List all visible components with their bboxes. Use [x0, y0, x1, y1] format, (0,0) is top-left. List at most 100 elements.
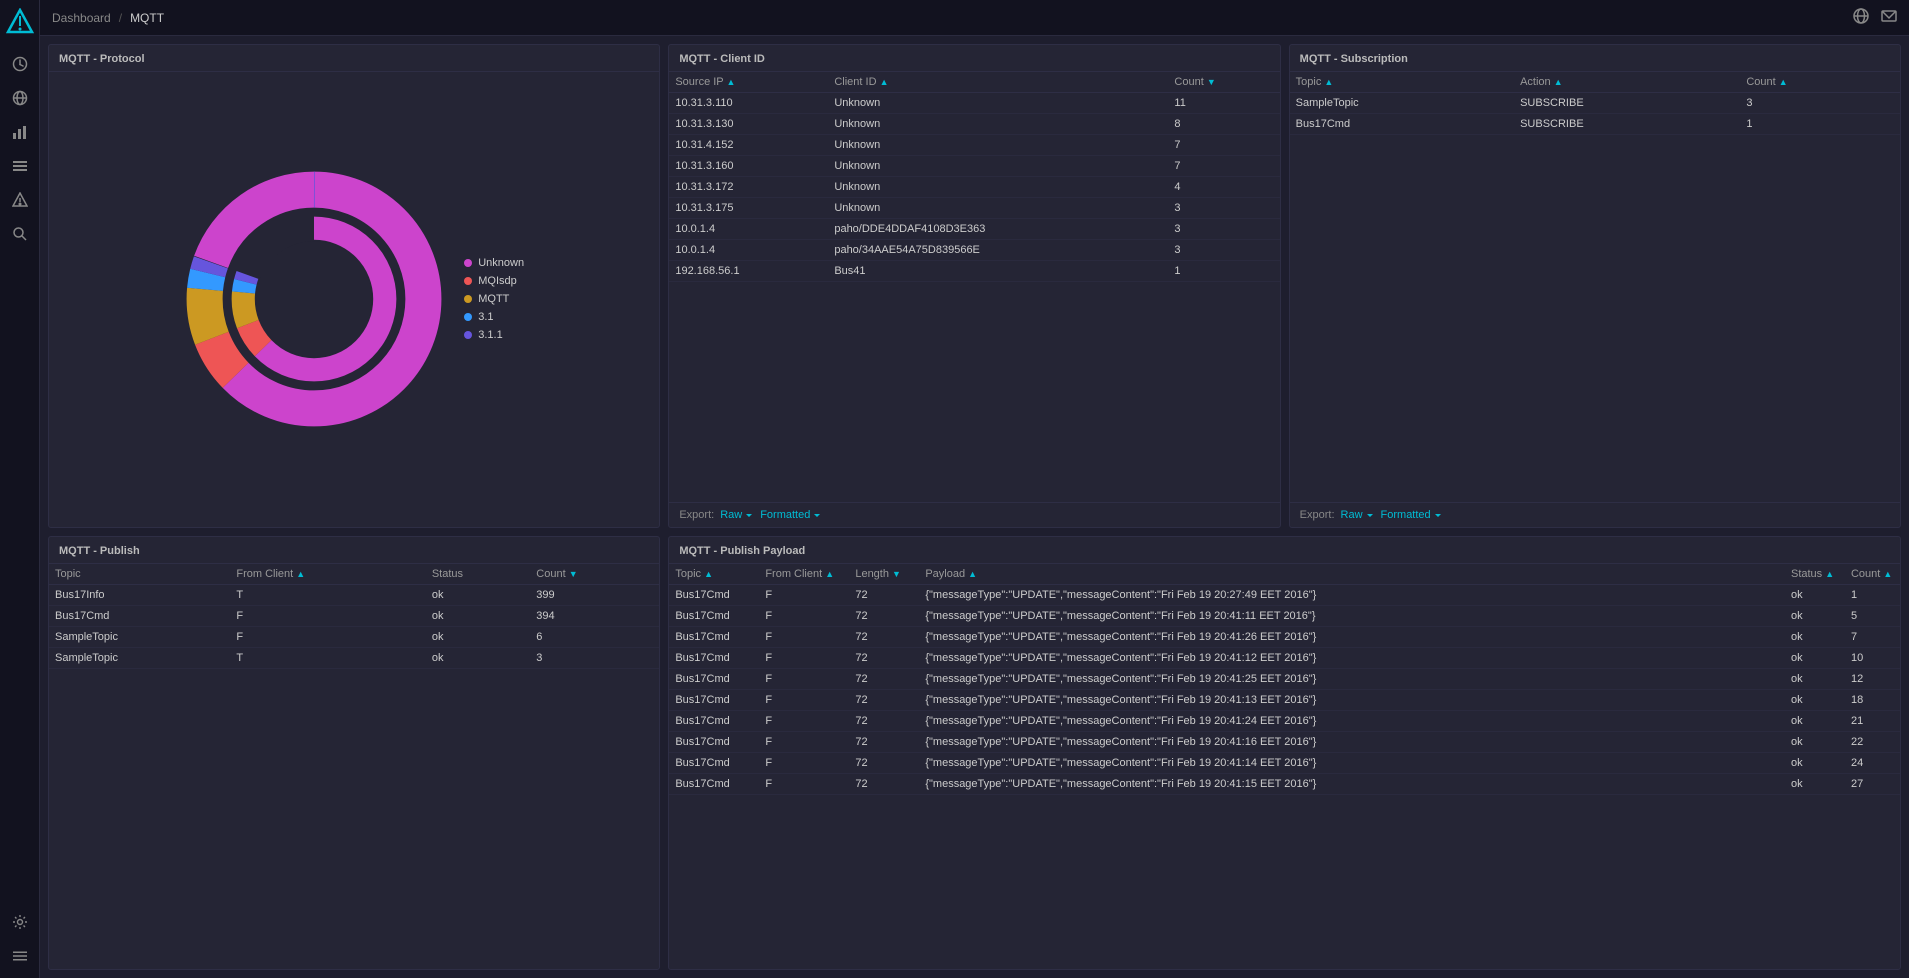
table-row: Bus17CmdF72{"messageType":"UPDATE","mess… [669, 605, 1900, 626]
legend-label-311: 3.1.1 [478, 329, 502, 341]
legend-dot-mqtt [464, 295, 472, 303]
pay-col-count[interactable]: Count ▲ [1845, 564, 1900, 585]
legend-unknown: Unknown [464, 257, 524, 269]
legend-label-unknown: Unknown [478, 257, 524, 269]
subscription-export-raw-text: Raw [1341, 509, 1363, 521]
table-row: Bus17CmdFok394 [49, 605, 659, 626]
col-count[interactable]: Count ▼ [1168, 72, 1279, 93]
table-row: Bus17CmdF72{"messageType":"UPDATE","mess… [669, 584, 1900, 605]
protocol-donut-chart [184, 169, 444, 429]
payload-table-container: Topic ▲ From Client ▲ Length ▼ Payload ▲… [669, 564, 1900, 970]
col-client-id[interactable]: Client ID ▲ [828, 72, 1168, 93]
table-row: 10.0.1.4paho/DDE4DDAF4108D3E3633 [669, 219, 1279, 240]
subscription-export-formatted[interactable]: Formatted [1381, 509, 1443, 521]
clientid-panel-title: MQTT - Client ID [669, 45, 1279, 72]
table-row: 192.168.56.1Bus411 [669, 261, 1279, 282]
subscription-table: Topic ▲ Action ▲ Count ▲ SampleTopicSUBS… [1290, 72, 1900, 135]
breadcrumb-separator: / [119, 11, 122, 25]
publish-table: Topic From Client ▲ Status Count ▼ Bus17… [49, 564, 659, 669]
legend-label-31: 3.1 [478, 311, 493, 323]
table-row: Bus17CmdF72{"messageType":"UPDATE","mess… [669, 647, 1900, 668]
table-row: 10.31.3.130Unknown8 [669, 114, 1279, 135]
legend-31: 3.1 [464, 311, 524, 323]
table-row: Bus17CmdF72{"messageType":"UPDATE","mess… [669, 710, 1900, 731]
legend-label-mqisdp: MQIsdp [478, 275, 517, 287]
table-row: 10.31.3.175Unknown3 [669, 198, 1279, 219]
topbar: Dashboard / MQTT [40, 0, 1909, 36]
pay-col-length[interactable]: Length ▼ [849, 564, 919, 585]
network-icon[interactable] [1853, 8, 1869, 27]
topbar-actions [1853, 8, 1897, 27]
sidebar-item-clock[interactable] [6, 50, 34, 78]
table-row: Bus17CmdF72{"messageType":"UPDATE","mess… [669, 731, 1900, 752]
table-row: SampleTopicTok3 [49, 647, 659, 668]
table-row: Bus17CmdF72{"messageType":"UPDATE","mess… [669, 689, 1900, 710]
pub-col-fromclient[interactable]: From Client ▲ [230, 564, 425, 585]
legend-mqisdp: MQIsdp [464, 275, 524, 287]
clientid-export-raw[interactable]: Raw [720, 509, 754, 521]
breadcrumb-current: MQTT [130, 11, 164, 25]
col-source-ip[interactable]: Source IP ▲ [669, 72, 828, 93]
clientid-table: Source IP ▲ Client ID ▲ Count ▼ 10.31.3.… [669, 72, 1279, 282]
main-content: MQTT - Protocol [40, 36, 1909, 978]
pub-col-topic[interactable]: Topic [49, 564, 230, 585]
sidebar-item-alert[interactable] [6, 186, 34, 214]
mail-icon[interactable] [1881, 8, 1897, 27]
table-row: 10.31.4.152Unknown7 [669, 135, 1279, 156]
protocol-legend: Unknown MQIsdp MQTT 3.1 3.1.1 [464, 257, 524, 341]
sidebar-item-chart[interactable] [6, 118, 34, 146]
publish-header-row: Topic From Client ▲ Status Count ▼ [49, 564, 659, 585]
sub-col-action[interactable]: Action ▲ [1514, 72, 1740, 93]
clientid-export-label: Export: [679, 509, 714, 521]
table-row: Bus17CmdF72{"messageType":"UPDATE","mess… [669, 668, 1900, 689]
clientid-header-row: Source IP ▲ Client ID ▲ Count ▼ [669, 72, 1279, 93]
table-row: SampleTopicSUBSCRIBE3 [1290, 93, 1900, 114]
subscription-panel: MQTT - Subscription Topic ▲ Action ▲ Cou… [1289, 44, 1901, 528]
subscription-export-raw[interactable]: Raw [1341, 509, 1375, 521]
pay-col-topic[interactable]: Topic ▲ [669, 564, 759, 585]
legend-311: 3.1.1 [464, 329, 524, 341]
legend-dot-311 [464, 331, 472, 339]
pub-col-count[interactable]: Count ▼ [530, 564, 659, 585]
legend-mqtt: MQTT [464, 293, 524, 305]
subscription-header-row: Topic ▲ Action ▲ Count ▲ [1290, 72, 1900, 93]
pay-col-fromclient[interactable]: From Client ▲ [759, 564, 849, 585]
sidebar-item-settings[interactable] [6, 908, 34, 936]
subscription-table-container: Topic ▲ Action ▲ Count ▲ SampleTopicSUBS… [1290, 72, 1900, 502]
app-logo [6, 8, 34, 36]
protocol-panel: MQTT - Protocol [48, 44, 660, 528]
sidebar-item-globe[interactable] [6, 84, 34, 112]
protocol-panel-title: MQTT - Protocol [49, 45, 659, 72]
table-row: 10.31.3.160Unknown7 [669, 156, 1279, 177]
table-row: SampleTopicFok6 [49, 626, 659, 647]
breadcrumb-dashboard[interactable]: Dashboard [52, 11, 111, 25]
protocol-chart-container: Unknown MQIsdp MQTT 3.1 3.1.1 [49, 72, 659, 527]
table-row: 10.31.3.172Unknown4 [669, 177, 1279, 198]
publish-panel-title: MQTT - Publish [49, 537, 659, 564]
payload-table: Topic ▲ From Client ▲ Length ▼ Payload ▲… [669, 564, 1900, 795]
pay-col-payload[interactable]: Payload ▲ [919, 564, 1785, 585]
sub-col-count[interactable]: Count ▲ [1740, 72, 1900, 93]
clientid-panel: MQTT - Client ID Source IP ▲ Client ID ▲… [668, 44, 1280, 528]
legend-dot-31 [464, 313, 472, 321]
pub-col-status[interactable]: Status [426, 564, 530, 585]
sub-col-topic[interactable]: Topic ▲ [1290, 72, 1514, 93]
pay-col-status[interactable]: Status ▲ [1785, 564, 1845, 585]
publish-panel: MQTT - Publish Topic From Client ▲ Statu… [48, 536, 660, 971]
sidebar-item-list[interactable] [6, 152, 34, 180]
clientid-export-row: Export: Raw Formatted [669, 502, 1279, 527]
payload-panel: MQTT - Publish Payload Topic ▲ From Clie… [668, 536, 1901, 971]
payload-panel-title: MQTT - Publish Payload [669, 537, 1900, 564]
table-row: 10.0.1.4paho/34AAE54A75D839566E3 [669, 240, 1279, 261]
subscription-export-formatted-text: Formatted [1381, 509, 1431, 521]
table-row: Bus17CmdF72{"messageType":"UPDATE","mess… [669, 626, 1900, 647]
clientid-export-formatted[interactable]: Formatted [760, 509, 822, 521]
sidebar-item-search[interactable] [6, 220, 34, 248]
sidebar-item-menu[interactable] [6, 942, 34, 970]
clientid-export-raw-text: Raw [720, 509, 742, 521]
payload-header-row: Topic ▲ From Client ▲ Length ▼ Payload ▲… [669, 564, 1900, 585]
clientid-export-formatted-text: Formatted [760, 509, 810, 521]
table-row: Bus17InfoTok399 [49, 584, 659, 605]
publish-table-container: Topic From Client ▲ Status Count ▼ Bus17… [49, 564, 659, 970]
legend-dot-mqisdp [464, 277, 472, 285]
